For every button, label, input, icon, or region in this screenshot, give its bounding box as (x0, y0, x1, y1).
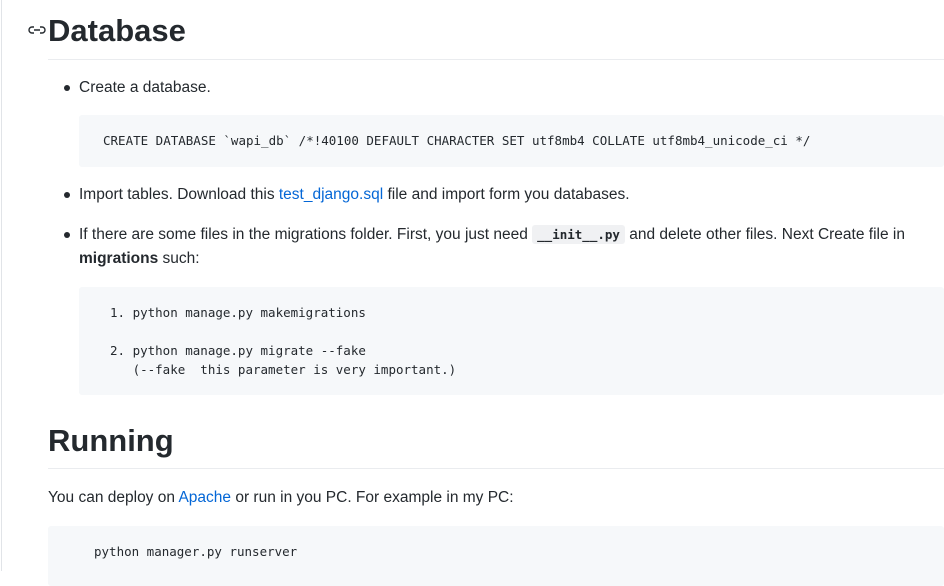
list-bullet (64, 232, 70, 238)
text-segment: Import tables. Download this (79, 186, 279, 203)
text-segment: such: (158, 250, 200, 267)
code-block-create-db: CREATE DATABASE `wapi_db` /*!40100 DEFAU… (79, 115, 944, 167)
list-item-migrations-line2: migrations such: (79, 247, 200, 271)
running-paragraph: You can deploy on Apache or run in you P… (48, 486, 514, 510)
list-item-import-tables: Import tables. Download this test_django… (79, 183, 630, 207)
code-line: python manager.py runserver (94, 544, 298, 559)
text-segment: You can deploy on (48, 489, 179, 506)
code-line: CREATE DATABASE `wapi_db` /*!40100 DEFAU… (103, 133, 811, 148)
heading-database: Database (48, 13, 186, 48)
test-django-sql-link[interactable]: test_django.sql (279, 186, 383, 203)
heading-running: Running (48, 423, 174, 458)
code-block-runserver: python manager.py runserver (48, 526, 944, 586)
text-segment: or run in you PC. For example in my PC: (231, 489, 514, 506)
content-left-border (1, 0, 2, 571)
text-segment: and delete other files. Next Create file… (624, 226, 905, 243)
list-item-migrations: If there are some files in the migration… (79, 223, 905, 247)
apache-link[interactable]: Apache (178, 489, 231, 506)
heading-rule (48, 59, 944, 60)
code-line: (--fake this parameter is very important… (110, 362, 457, 377)
inline-code-init: __init__.py (532, 225, 625, 244)
text-segment: If there are some files in the migration… (79, 226, 533, 243)
list-item-create-db: Create a database. (79, 79, 211, 96)
list-bullet (64, 192, 70, 198)
link-icon[interactable] (28, 22, 46, 38)
list-bullet (64, 85, 70, 91)
bold-migrations: migrations (79, 250, 159, 267)
code-line: 2. python manage.py migrate --fake (110, 343, 366, 358)
heading-rule (48, 468, 944, 469)
code-block-migrations: 1. python manage.py makemigrations 2. py… (79, 287, 944, 395)
text-segment: file and import form you databases. (383, 186, 630, 203)
code-line: 1. python manage.py makemigrations (110, 305, 366, 320)
